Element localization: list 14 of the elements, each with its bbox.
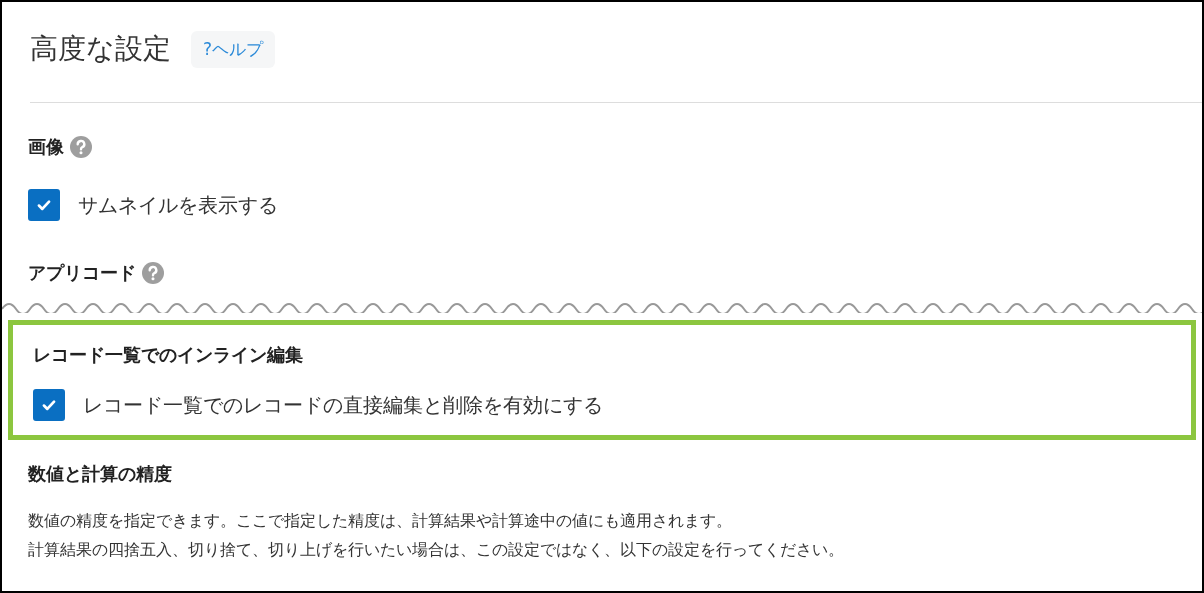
description-text: 数値の精度を指定できます。ここで指定した精度は、計算結果や計算途中の値にも適用されます。 (28, 510, 733, 532)
description-text: 計算結果の四捨五入、切り捨て、切り上げを行いたい場合は、この設定ではなく、以下の設定を行ってください。 (28, 539, 845, 561)
section-heading: レコード一覧でのインライン編集 (33, 343, 303, 367)
help-icon[interactable] (142, 262, 164, 284)
section-heading: アプリコード (28, 261, 136, 285)
section-heading: 画像 (28, 135, 64, 159)
checkbox[interactable] (33, 389, 65, 421)
section-heading: 数値と計算の精度 (28, 462, 172, 486)
help-button[interactable]: ?ヘルプ (191, 30, 276, 68)
checkbox-label: レコード一覧でのレコードの直接編集と削除を有効にする (83, 391, 603, 419)
checkbox-label: サムネイルを表示する (78, 191, 278, 219)
page-title: 高度な設定 (30, 31, 171, 67)
checkbox[interactable] (28, 189, 60, 221)
help-icon[interactable] (70, 136, 92, 158)
